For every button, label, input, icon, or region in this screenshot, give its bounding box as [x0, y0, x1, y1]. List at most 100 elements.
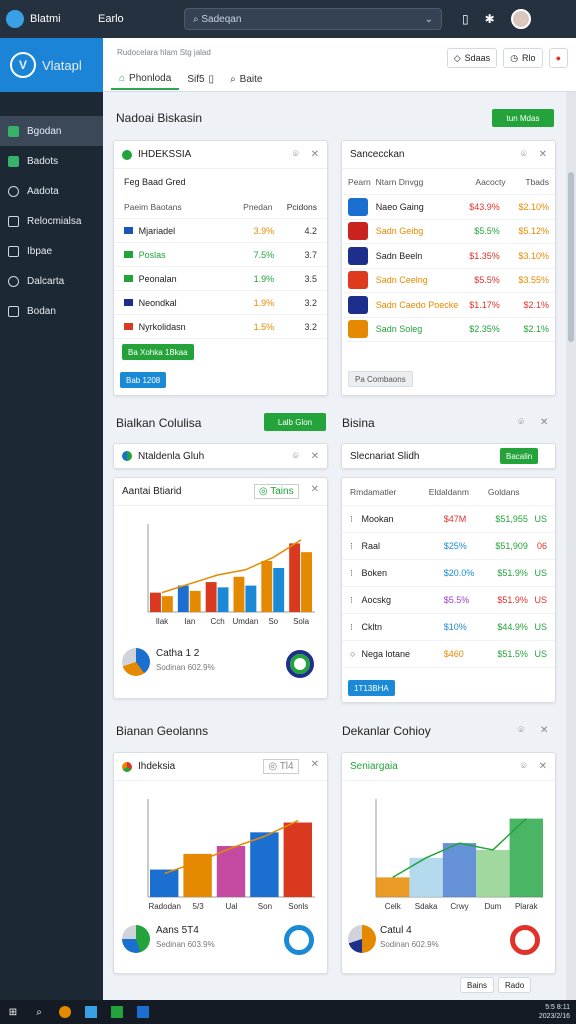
- table-row[interactable]: Mjariadel 3.9% 4.2: [114, 219, 327, 243]
- tab-label: Baite: [239, 73, 263, 85]
- area-segment: [376, 877, 410, 897]
- table-row[interactable]: ⁝ Mookan $47M $51,955 US: [342, 506, 555, 533]
- button-label: Rlo: [522, 53, 536, 63]
- app-title: Blatmi: [30, 13, 61, 25]
- sidebar-brand[interactable]: V Vlatapl: [0, 38, 103, 92]
- scrollbar-thumb[interactable]: [568, 172, 574, 342]
- search-input[interactable]: ⌕ Sadeqan ⌄: [184, 8, 442, 30]
- pin-icon[interactable]: ⌾: [521, 761, 527, 772]
- globe-icon: [122, 451, 132, 461]
- table-row[interactable]: ⁝ Aocskg $5.5% $51.9% US: [342, 587, 555, 614]
- cell-value: 1.9%: [253, 297, 275, 308]
- notification-button[interactable]: ●: [548, 48, 568, 68]
- sidebar-item-label: Badots: [27, 155, 59, 167]
- menu-item[interactable]: Earlo: [98, 13, 188, 25]
- table-row[interactable]: ○ Nega lotane $460 $51.5% US: [342, 641, 555, 668]
- section-action-button[interactable]: Lalb Glon: [264, 413, 326, 431]
- table-row[interactable]: ⁝ Raal $25% $51,909 06: [342, 533, 555, 560]
- close-icon[interactable]: ✕: [540, 725, 548, 736]
- table-row[interactable]: Sadn Beeln $1.35% $3.10%: [342, 244, 555, 269]
- tab-1[interactable]: ⌂ Phonloda: [111, 68, 180, 90]
- table-row[interactable]: Sadn Geibg $5.5% $5.12%: [342, 220, 555, 244]
- table-row[interactable]: Neondkal 1.9% 3.2: [114, 291, 327, 315]
- phone-icon[interactable]: ▯: [462, 12, 469, 26]
- close-icon[interactable]: ✕: [539, 761, 547, 772]
- cell-value: US: [534, 568, 547, 578]
- bar: [261, 560, 273, 612]
- close-icon[interactable]: ✕: [311, 759, 319, 774]
- card-action-button[interactable]: Bacalin: [500, 448, 539, 464]
- row-icon: ⁝: [350, 567, 353, 578]
- table-row[interactable]: Peonalan 1.9% 3.5: [114, 267, 327, 291]
- files-icon[interactable]: [78, 1006, 104, 1018]
- tab-2[interactable]: Sif5 ▯: [179, 68, 222, 90]
- close-icon[interactable]: ✕: [540, 417, 548, 428]
- row-icon: ⁝: [350, 513, 353, 524]
- bottom-button-1[interactable]: Bains: [460, 977, 495, 993]
- table-row[interactable]: Sadn Caedo Poecke $1.17% $2.1%: [342, 293, 555, 318]
- cell-value: $51.9%: [497, 595, 528, 605]
- table-row[interactable]: Nyrkolidasn 1.5% 3.2: [114, 315, 327, 339]
- settings-icon[interactable]: ✱: [485, 12, 495, 26]
- card-collapsed-b[interactable]: Slecnariat Slidh Bacalin: [341, 443, 556, 469]
- sidebar-item-5[interactable]: Ibpae: [0, 236, 103, 266]
- tab-3[interactable]: ⌕ Baite: [222, 68, 270, 90]
- section-action-button[interactable]: tun Mdas: [492, 109, 554, 127]
- clock-date: 2023/2/16: [538, 1013, 570, 1020]
- blue-action-button[interactable]: 1T13BHA: [348, 680, 395, 696]
- sidebar-item-2[interactable]: Badots: [0, 146, 103, 176]
- close-icon[interactable]: ✕: [539, 149, 547, 160]
- table-row[interactable]: Sadn Soleg $2.35% $2.1%: [342, 318, 555, 342]
- card-title: IHDEKSSIA: [138, 149, 192, 160]
- sidebar-item-6[interactable]: Dalcarta: [0, 266, 103, 296]
- bar: [245, 585, 257, 612]
- sidebar-item-4[interactable]: Relocmialsa: [0, 206, 103, 236]
- mail-icon[interactable]: [130, 1006, 156, 1018]
- chevron-down-icon[interactable]: ⌄: [425, 14, 433, 25]
- sidebar-item-7[interactable]: Bodan: [0, 296, 103, 326]
- table-row[interactable]: ⁝ Ckltn $10% $44.9% US: [342, 614, 555, 641]
- card-collapsed[interactable]: Ntaldenla Gluh ⌾ ✕: [113, 443, 328, 469]
- close-icon[interactable]: ✕: [311, 149, 319, 160]
- cell-name: Nyrkolidasn: [138, 321, 186, 332]
- pin-icon[interactable]: ⌾: [293, 451, 299, 462]
- x-tick-label: Ilak: [156, 617, 169, 626]
- compare-button[interactable]: Pa Combaons: [348, 371, 413, 387]
- avatar[interactable]: [510, 9, 531, 29]
- header-button-2[interactable]: ◷ Rlo: [503, 48, 543, 68]
- scrollbar[interactable]: [566, 92, 576, 1000]
- card-title: Seniargaia: [350, 761, 398, 772]
- table-row[interactable]: Sadn Ceelng $5.5% $3.55%: [342, 269, 555, 293]
- section-title: Nadoai Biskasin: [116, 111, 203, 125]
- table-row[interactable]: Poslas 7.5% 3.7: [114, 243, 327, 267]
- area-chart: Celk Sdaka Crwy Dum Plarak: [375, 799, 543, 911]
- windows-start-icon[interactable]: ⊞: [0, 1007, 26, 1018]
- breadcrumb[interactable]: Rudocelara hlam Stg jalad: [117, 48, 211, 57]
- col-header: Tbads: [525, 176, 550, 187]
- card-filter-button[interactable]: ◎ Tl4: [263, 759, 299, 774]
- cell-value: $1.35%: [469, 250, 500, 261]
- sidebar-item-3[interactable]: Aadota: [0, 176, 103, 206]
- chart-icon: [122, 761, 132, 772]
- card-filter-button[interactable]: ◎ Tains: [253, 484, 299, 499]
- pin-icon[interactable]: ⌾: [518, 417, 524, 428]
- pin-icon[interactable]: ⌾: [521, 149, 527, 160]
- section-title: Bisina: [342, 416, 375, 430]
- app-icon[interactable]: [104, 1006, 130, 1018]
- sidebar-item-1[interactable]: Bgodan: [0, 116, 103, 146]
- header-button-1[interactable]: ◇ Sdaas: [446, 48, 498, 68]
- x-tick-label: Sonls: [288, 902, 308, 911]
- table-row[interactable]: ⁝ Boken $20.0% $51.9% US: [342, 560, 555, 587]
- green-action-button[interactable]: Ba Xohka 1Bkaa: [122, 344, 194, 360]
- browser-icon[interactable]: [52, 1006, 78, 1018]
- close-icon[interactable]: ✕: [311, 484, 319, 499]
- file-icon: ▯: [208, 73, 215, 85]
- blue-action-button[interactable]: Bab 1208: [120, 372, 167, 388]
- bottom-button-2[interactable]: Rado: [498, 977, 532, 993]
- brand-name: Vlatapl: [42, 57, 82, 73]
- search-icon[interactable]: ⌕: [26, 1007, 52, 1018]
- pin-icon[interactable]: ⌾: [518, 725, 524, 736]
- close-icon[interactable]: ✕: [311, 451, 319, 462]
- pin-icon[interactable]: ⌾: [293, 149, 299, 160]
- table-row[interactable]: Naeo Gaing $43.9% $2.10%: [342, 195, 555, 220]
